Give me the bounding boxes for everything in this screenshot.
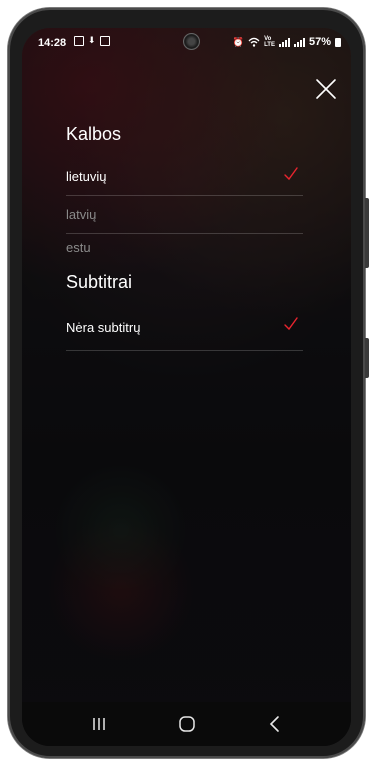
signal-icon [293,37,305,47]
option-label: estu [66,240,91,255]
battery-icon [335,37,341,47]
subtitle-option-none[interactable]: Nėra subtitrų [66,308,303,351]
back-icon[interactable] [260,712,290,736]
status-bar: 14:28 ⬇ ⏰ Vo LTE 57% [22,28,351,56]
audio-option-estu[interactable]: estu [66,236,303,260]
status-notification-icons: ⬇ [74,36,110,46]
screen: 14:28 ⬇ ⏰ Vo LTE 57% Kalbos lietuvių lat… [22,28,351,746]
audio-section-title: Kalbos [66,124,122,144]
checkmark-icon [284,167,298,181]
audio-option-lietuviu[interactable]: lietuvių [66,158,303,196]
status-time: 14:28 [38,37,67,49]
option-label: latvių [66,207,97,222]
option-label: Nėra subtitrų [66,320,141,335]
battery-percent: 57% [308,36,331,48]
status-system-icons: ⏰ Vo LTE 57% [233,36,341,48]
alarm-icon: ⏰ [232,36,245,47]
wifi-icon [248,37,260,47]
sd-card-icon [99,36,110,46]
navigation-bar [22,702,351,746]
checkmark-icon [284,317,298,331]
front-camera [183,33,200,50]
close-icon[interactable] [315,78,337,100]
audio-option-latviu[interactable]: latvių [66,196,303,234]
volume-button [365,198,369,268]
volte-icon: Vo LTE [264,36,275,48]
gallery-icon [74,36,84,46]
recents-icon[interactable] [84,712,114,736]
signal-icon [278,37,290,47]
option-label: lietuvių [66,169,107,184]
subtitles-section-title: Subtitrai [66,272,133,292]
download-icon: ⬇ [88,35,96,45]
home-icon[interactable] [172,712,202,736]
power-button [365,338,369,378]
